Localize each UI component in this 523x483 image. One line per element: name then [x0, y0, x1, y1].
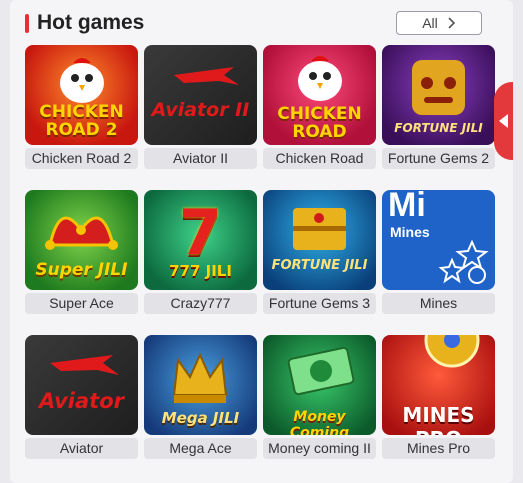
game-thumbnail[interactable]: Money Coming	[263, 335, 376, 435]
game-thumbnail[interactable]: Mega JILI	[144, 335, 257, 435]
chevron-right-icon	[448, 17, 455, 29]
game-art-title: Aviator	[39, 389, 124, 413]
game-label: Chicken Road	[263, 148, 376, 169]
game-thumbnail[interactable]: FORTUNE JILI	[263, 190, 376, 290]
game-thumbnail[interactable]: Super JILI	[25, 190, 138, 290]
hot-games-panel: Hot games All CHICKEN ROAD 2 Chicken Roa…	[10, 0, 513, 483]
game-thumbnail[interactable]: Aviator	[25, 335, 138, 435]
game-card-money-coming-ii[interactable]: Money Coming Money coming II	[263, 335, 376, 459]
game-card-mega-ace[interactable]: Mega JILI Mega Ace	[144, 335, 257, 459]
game-thumbnail[interactable]: CHICKEN ROAD	[263, 45, 376, 145]
game-card-fortune-gems-3[interactable]: FORTUNE JILI Fortune Gems 3	[263, 190, 376, 314]
side-drawer-toggle[interactable]	[494, 82, 513, 160]
game-thumbnail[interactable]: MINES PRO	[382, 335, 495, 435]
game-thumbnail[interactable]: CHICKEN ROAD 2	[25, 45, 138, 145]
caret-left-icon	[498, 114, 508, 128]
all-button[interactable]: All	[396, 11, 482, 35]
game-card-super-ace[interactable]: Super JILI Super Ace	[25, 190, 138, 314]
game-card-aviator[interactable]: Aviator Aviator	[25, 335, 138, 459]
game-art-title: Super JILI	[35, 260, 128, 280]
game-label: Mines Pro	[382, 438, 495, 459]
game-label: Mega Ace	[144, 438, 257, 459]
game-label: Mines	[382, 293, 495, 314]
game-card-fortune-gems-2[interactable]: FORTUNE JILI Fortune Gems 2	[382, 45, 495, 169]
game-label: Money coming II	[263, 438, 376, 459]
star-icon	[438, 239, 489, 284]
all-button-label: All	[422, 15, 438, 31]
section-title: Hot games	[37, 11, 145, 34]
game-art-title: FORTUNE JILI	[394, 121, 483, 135]
game-label: Aviator	[25, 438, 138, 459]
game-art-title: MINES PRO	[402, 403, 475, 435]
game-art-title: CHICKEN ROAD	[277, 104, 362, 142]
plane-icon	[174, 67, 239, 85]
treasure-chest-illustration	[293, 208, 346, 250]
game-label: Aviator II	[144, 148, 257, 169]
section-header: Hot games All	[25, 10, 500, 38]
game-card-chicken-road[interactable]: CHICKEN ROAD Chicken Road	[263, 45, 376, 169]
game-art-title: Mega JILI	[161, 409, 240, 427]
game-art-seven: 7	[178, 196, 223, 269]
game-art-title: CHICKEN ROAD 2	[39, 102, 124, 140]
game-art-title: FORTUNE JILI	[271, 258, 368, 273]
plane-icon	[50, 355, 119, 375]
game-art-title: Money Coming	[289, 409, 350, 435]
game-label: Fortune Gems 3	[263, 293, 376, 314]
game-label: Chicken Road 2	[25, 148, 138, 169]
game-label: Super Ace	[25, 293, 138, 314]
game-card-crazy777[interactable]: 7 777 JILI Crazy777	[144, 190, 257, 314]
game-card-chicken-road-2[interactable]: CHICKEN ROAD 2 Chicken Road 2	[25, 45, 138, 169]
game-art-title: Aviator II	[151, 99, 250, 121]
game-art-title: 777 JILI	[169, 262, 232, 280]
game-card-mines[interactable]: Mi Mines Mines	[382, 190, 495, 314]
game-label: Crazy777	[144, 293, 257, 314]
game-label: Fortune Gems 2	[382, 148, 495, 169]
game-thumbnail[interactable]: FORTUNE JILI	[382, 45, 495, 145]
game-thumbnail[interactable]: 7 777 JILI	[144, 190, 257, 290]
game-thumbnail[interactable]: Aviator II	[144, 45, 257, 145]
game-card-mines-pro[interactable]: MINES PRO Mines Pro	[382, 335, 495, 459]
game-card-aviator-ii[interactable]: Aviator II Aviator II	[144, 45, 257, 169]
section-accent-bar	[25, 14, 29, 33]
game-thumbnail[interactable]: Mi Mines	[382, 190, 495, 290]
